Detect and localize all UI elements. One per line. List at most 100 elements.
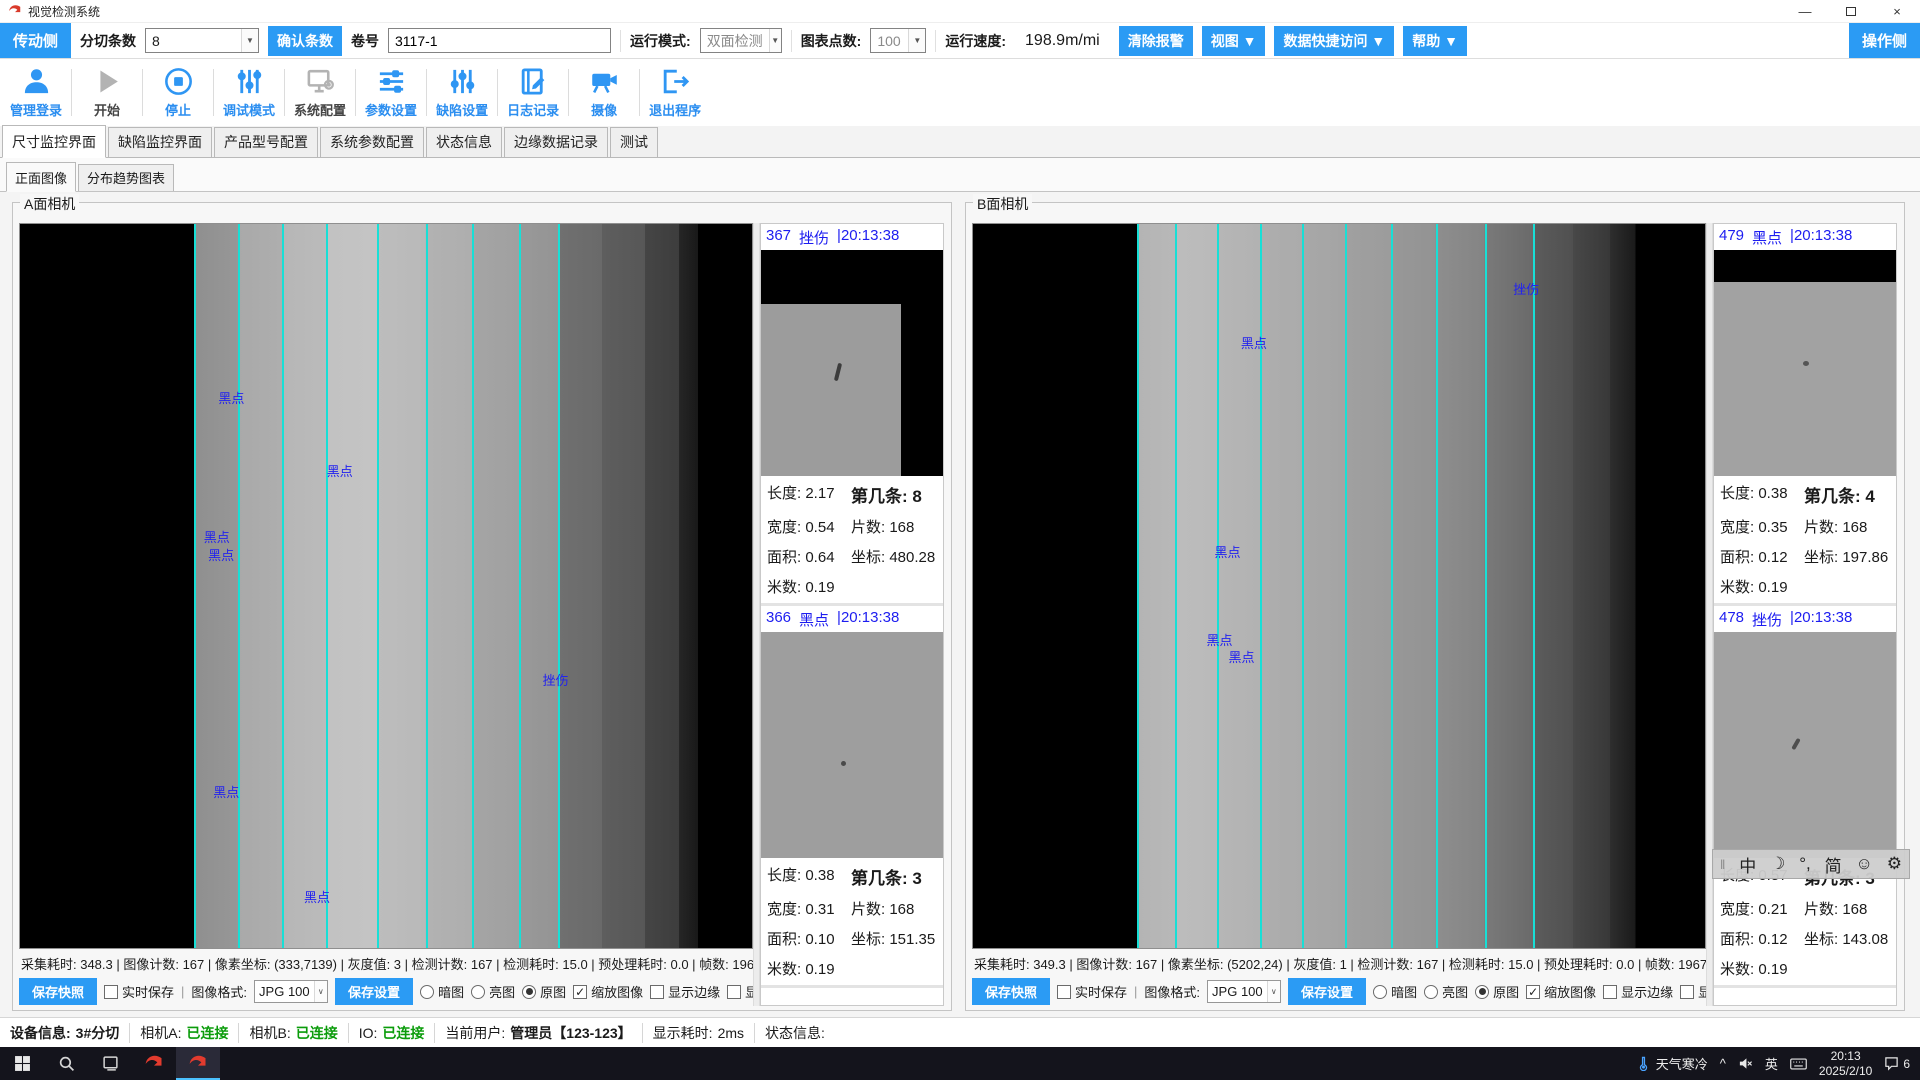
data-quick-access-button[interactable]: 数据快捷访问 ▼: [1274, 26, 1394, 56]
defect-settings-button[interactable]: 缺陷设置: [430, 59, 494, 126]
minimize-button[interactable]: —: [1782, 0, 1828, 22]
defect-block[interactable]: 478挫伤|20:13:38 长度: 0.57 第几条: 3 宽度: 0.21 …: [1714, 606, 1896, 988]
taskbar-app-icon-active[interactable]: [176, 1047, 220, 1080]
show-edge-checkbox[interactable]: 显示边缘: [1603, 982, 1673, 1001]
camera-b-image[interactable]: 挫伤黑点黑点黑点黑点: [972, 223, 1706, 949]
zoom-image-checkbox[interactable]: ✓缩放图像: [573, 982, 643, 1001]
defect-overlay-label: 黑点: [1228, 647, 1254, 666]
run-mode-dropdown[interactable]: 双面检测▼: [700, 28, 782, 53]
defect-thumbnail[interactable]: [761, 250, 943, 476]
tab-size-monitor[interactable]: 尺寸监控界面: [2, 125, 106, 158]
defect-header: 367挫伤|20:13:38: [761, 224, 943, 250]
connected-status: 已连接: [382, 1023, 424, 1043]
help-menu-button[interactable]: 帮助 ▼: [1403, 26, 1467, 56]
roll-number-label: 卷号: [351, 31, 379, 51]
defect-overlay-label: 挫伤: [543, 670, 569, 689]
run-speed-label: 运行速度:: [945, 31, 1006, 51]
admin-login-button[interactable]: 管理登录: [4, 59, 68, 126]
ime-emoji-icon[interactable]: ☺: [1856, 854, 1873, 874]
clock-time: 20:13: [1819, 1049, 1872, 1064]
ime-punctuation-button[interactable]: °,: [1799, 854, 1811, 874]
snapshot-button[interactable]: 保存快照: [19, 978, 97, 1005]
camera-a-image[interactable]: 黑点黑点黑点黑点挫伤黑点黑点: [19, 223, 753, 949]
subtab-trend-chart[interactable]: 分布趋势图表: [78, 164, 174, 191]
weather-widget[interactable]: 天气寒冷: [1636, 1054, 1708, 1073]
splitter[interactable]: [1706, 223, 1713, 1006]
view-menu-button[interactable]: 视图 ▼: [1202, 26, 1266, 56]
sliders-vertical-icon: [234, 66, 265, 97]
defect-thumbnail[interactable]: [1714, 632, 1896, 858]
defect-thumbnail[interactable]: [1714, 250, 1896, 476]
ime-grip[interactable]: ‖: [1720, 857, 1725, 872]
status-info: 状态信息:: [755, 1023, 835, 1043]
original-image-radio[interactable]: 原图: [1475, 982, 1519, 1001]
show-edge-checkbox[interactable]: 显示边缘: [650, 982, 720, 1001]
stop-button[interactable]: 停止: [146, 59, 210, 126]
maximize-button[interactable]: [1828, 0, 1874, 22]
ime-settings-gear-icon[interactable]: ⚙: [1887, 854, 1902, 874]
notification-center-button[interactable]: 6: [1884, 1056, 1910, 1071]
param-settings-button[interactable]: 参数设置: [359, 59, 423, 126]
tab-edge-data-record[interactable]: 边缘数据记录: [504, 127, 608, 157]
zoom-image-checkbox[interactable]: ✓缩放图像: [1526, 982, 1596, 1001]
speaker-muted-icon[interactable]: [1738, 1056, 1753, 1071]
taskbar-app-icon[interactable]: [132, 1047, 176, 1080]
ime-simplified-button[interactable]: 简: [1825, 852, 1842, 877]
exit-icon: [660, 66, 691, 97]
clear-alarm-button[interactable]: 清除报警: [1119, 26, 1193, 56]
tab-product-model-config[interactable]: 产品型号配置: [214, 127, 318, 157]
bright-image-radio[interactable]: 亮图: [471, 982, 515, 1001]
exit-program-button[interactable]: 退出程序: [643, 59, 707, 126]
sub-tab-strip: 正面图像 分布趋势图表: [0, 158, 1920, 192]
language-indicator[interactable]: 英: [1765, 1054, 1778, 1073]
snapshot-button[interactable]: 保存快照: [972, 978, 1050, 1005]
ime-mode-button[interactable]: 中: [1739, 852, 1756, 877]
save-settings-button[interactable]: 保存设置: [335, 978, 413, 1005]
capture-button[interactable]: 摄像: [572, 59, 636, 126]
defect-block[interactable]: 367挫伤|20:13:38 长度: 2.17 第几条: 8 宽度: 0.54 …: [761, 224, 943, 606]
image-format-dropdown[interactable]: JPG 100∨: [1207, 980, 1281, 1003]
defect-block[interactable]: 479黑点|20:13:38 长度: 0.38 第几条: 4 宽度: 0.35 …: [1714, 224, 1896, 606]
keyboard-icon[interactable]: [1790, 1058, 1807, 1070]
start-button[interactable]: [0, 1047, 44, 1080]
defect-block[interactable]: 366黑点|20:13:38 长度: 0.38 第几条: 3 宽度: 0.31 …: [761, 606, 943, 988]
play-icon: [92, 66, 123, 97]
defect-measurements: 长度: 2.17 第几条: 8 宽度: 0.54 片数: 168 面积: 0.6…: [761, 476, 943, 603]
system-config-button[interactable]: 系统配置: [288, 59, 352, 126]
save-settings-button[interactable]: 保存设置: [1288, 978, 1366, 1005]
defect-thumbnail[interactable]: [761, 632, 943, 858]
search-button[interactable]: [44, 1047, 88, 1080]
debug-mode-button[interactable]: 调试模式: [217, 59, 281, 126]
tray-expand-button[interactable]: ^: [1720, 1056, 1726, 1071]
original-image-radio[interactable]: 原图: [522, 982, 566, 1001]
image-format-dropdown[interactable]: JPG 100∨: [254, 980, 328, 1003]
realtime-save-checkbox[interactable]: 实时保存: [104, 982, 174, 1001]
ime-moon-icon[interactable]: ☽: [1770, 854, 1785, 874]
tab-status-info[interactable]: 状态信息: [426, 127, 502, 157]
defect-overlay-label: 黑点: [304, 887, 330, 906]
notification-count: 6: [1903, 1057, 1910, 1071]
realtime-save-checkbox[interactable]: 实时保存: [1057, 982, 1127, 1001]
roll-number-input[interactable]: [388, 28, 611, 53]
operator-side-button[interactable]: 操作侧: [1849, 23, 1920, 58]
splitter[interactable]: [753, 223, 760, 1006]
task-view-button[interactable]: [88, 1047, 132, 1080]
taskbar-clock[interactable]: 20:13 2025/2/10: [1819, 1049, 1872, 1079]
bright-image-radio[interactable]: 亮图: [1424, 982, 1468, 1001]
dark-image-radio[interactable]: 暗图: [1373, 982, 1417, 1001]
chart-points-dropdown[interactable]: 100▼: [870, 28, 926, 53]
log-record-button[interactable]: 日志记录: [501, 59, 565, 126]
tab-defect-monitor[interactable]: 缺陷监控界面: [108, 127, 212, 157]
drive-side-button[interactable]: 传动侧: [0, 23, 71, 58]
confirm-count-button[interactable]: 确认条数: [268, 26, 342, 56]
tab-test[interactable]: 测试: [610, 127, 658, 157]
tab-system-param-config[interactable]: 系统参数配置: [320, 127, 424, 157]
slit-count-dropdown[interactable]: 8▼: [145, 28, 259, 53]
top-toolbar: 传动侧 分切条数 8▼ 确认条数 卷号 运行模式: 双面检测▼ 图表点数: 10…: [0, 22, 1920, 59]
start-button[interactable]: 开始: [75, 59, 139, 126]
person-icon: [21, 66, 52, 97]
defect-overlay-label: 黑点: [208, 545, 234, 564]
dark-image-radio[interactable]: 暗图: [420, 982, 464, 1001]
subtab-front-image[interactable]: 正面图像: [6, 162, 76, 192]
close-button[interactable]: ×: [1874, 0, 1920, 22]
